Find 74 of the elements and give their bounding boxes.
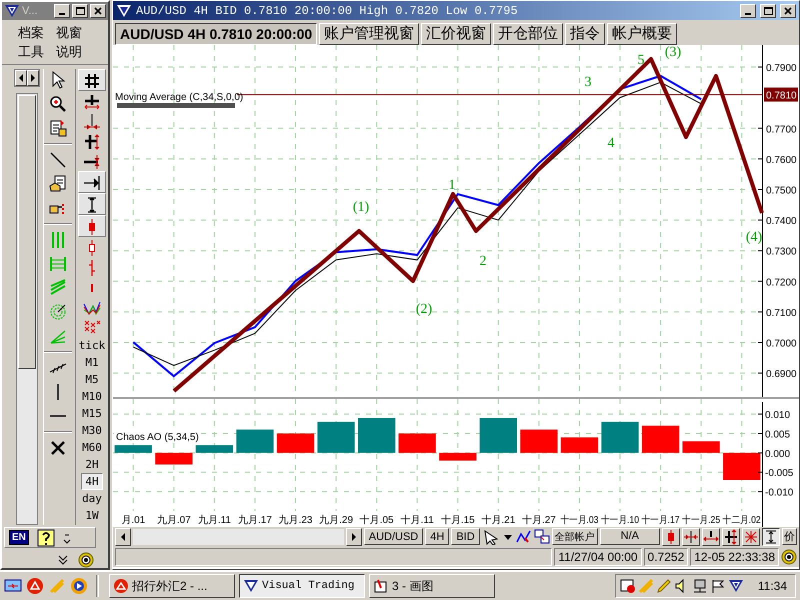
x-tick-label: 十月.05 (360, 515, 394, 526)
x-tick-label: 九月.07 (156, 515, 191, 526)
current-price-label: 0.7810 (764, 88, 798, 102)
tab[interactable]: 开仓部位 (493, 23, 564, 45)
taskbar-button[interactable]: Visual Trading (239, 574, 365, 598)
y-tick-label: 0.010 (765, 410, 790, 422)
y-tick-label: 0.7000 (766, 338, 797, 350)
x-tick-label: 九月.17 (238, 515, 272, 526)
price-button[interactable]: 价 (782, 528, 797, 545)
status-text: 11/27/04 00:00 (554, 548, 642, 566)
tab[interactable]: 帐户概要 (607, 23, 678, 45)
timeframe-button[interactable]: day (78, 490, 106, 507)
timeframe-button[interactable]: M1 (81, 354, 103, 371)
menu-item[interactable]: 档案 (18, 23, 44, 42)
y-tick-label: 0.7900 (766, 63, 797, 74)
wave-label: (3) (664, 45, 682, 60)
y-tick-label: 0.7300 (766, 246, 797, 258)
y-tick-label: 0.7600 (766, 154, 797, 166)
timeframe-button[interactable]: tick (74, 337, 110, 354)
timeframe-button[interactable]: M10 (78, 388, 106, 405)
wave-label: (2) (416, 302, 432, 317)
taskbar-button[interactable]: 招行外汇2 - ... (109, 574, 235, 598)
timeframe-button[interactable]: 1W (81, 507, 103, 524)
y-tick-label: 0.7700 (766, 124, 797, 136)
toolbar-button[interactable]: BID (451, 528, 480, 545)
y-tick-label: -0.005 (765, 468, 794, 480)
timeframe-button[interactable]: M5 (81, 371, 103, 388)
wave-label: 5 (638, 53, 644, 68)
window-title: AUD/USD 4H BID 0.7810 20:00:00 High 0.7820 Low 0.7795 (136, 4, 518, 18)
x-tick-label: 九月.29 (319, 515, 354, 526)
x-tick-label: 十月.15 (440, 515, 475, 526)
account-field[interactable]: N/A (600, 528, 660, 545)
y-tick-label: 0.7400 (766, 216, 797, 228)
window-title: V... (22, 5, 38, 17)
timeframe-button[interactable]: M30 (78, 422, 106, 439)
y-tick-label: 0.7500 (766, 185, 797, 196)
y-tick-label: 0.005 (765, 430, 790, 440)
toolbar-button[interactable]: 4H (425, 528, 450, 545)
tab[interactable]: 指令 (565, 23, 606, 45)
menu-item[interactable]: 视窗 (56, 23, 82, 42)
status-text: 0.7252 (644, 548, 688, 566)
timeframe-button[interactable]: M60 (78, 439, 106, 456)
timeframe-button[interactable]: 4H (81, 473, 103, 490)
tab[interactable]: AUD/USD 4H 0.7810 20:00:00 (115, 23, 318, 45)
tab[interactable]: 账户管理视窗 (319, 23, 420, 45)
y-tick-label: 0.7200 (766, 277, 797, 288)
indicator-legend: Moving Average (C,34,S,0,0) (115, 92, 244, 108)
menu-item[interactable]: 说明 (56, 42, 82, 61)
wave-label: 1 (448, 178, 456, 193)
wave-label: 3 (584, 75, 592, 90)
x-tick-label: 十月.21 (481, 515, 516, 526)
x-tick-label: 月.01 (121, 515, 146, 526)
tab[interactable]: 汇价视窗 (421, 23, 492, 45)
timeframe-button[interactable]: 2H (81, 456, 103, 473)
y-tick-label: 0.6900 (766, 369, 797, 380)
wave-label: 2 (480, 254, 486, 269)
toolbar-button[interactable]: AUD/USD (364, 528, 424, 545)
timeframe-button[interactable]: M15 (78, 405, 106, 422)
x-tick-label: 九月.23 (278, 515, 312, 526)
y-tick-label: -0.010 (765, 488, 794, 499)
wave-label: 4 (608, 136, 614, 151)
language-button[interactable]: EN (9, 530, 29, 545)
status-text: 12-05 22:33:38 (690, 548, 779, 566)
taskbar-button[interactable]: 3 - 画图 (369, 574, 495, 598)
account-button[interactable]: 全部帐户 (552, 528, 598, 545)
x-tick-label: 九月.11 (198, 515, 231, 526)
x-tick-label: 十月.27 (522, 515, 556, 526)
y-tick-label: 0.7100 (766, 308, 797, 319)
x-tick-label: 十月.11 (400, 515, 434, 526)
menu-item[interactable]: 工具 (18, 42, 44, 61)
clock: 11:34 (758, 579, 787, 593)
wave-label: (1) (352, 200, 370, 215)
y-tick-label: 0.000 (765, 448, 790, 460)
wave-label: (4) (746, 230, 762, 245)
